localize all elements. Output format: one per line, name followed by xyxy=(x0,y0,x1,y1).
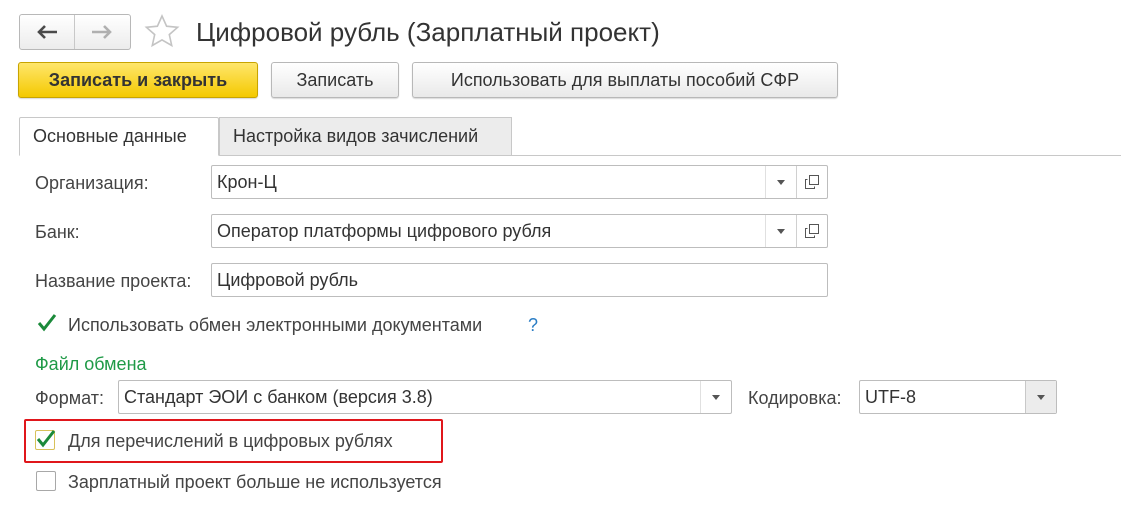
format-select[interactable]: Стандарт ЭОИ с банком (версия 3.8) xyxy=(118,380,732,414)
back-arrow-icon xyxy=(37,25,57,39)
project-name-label: Название проекта: xyxy=(35,271,192,291)
use-for-benefits-button[interactable]: Использовать для выплаты пособий СФР xyxy=(412,62,838,98)
tab-label: Основные данные xyxy=(33,126,187,146)
digital-ruble-transfers-checkbox[interactable] xyxy=(35,430,56,450)
project-name-value: Цифровой рубль xyxy=(217,269,359,290)
help-icon[interactable]: ? xyxy=(528,315,538,336)
dropdown-icon xyxy=(777,179,785,185)
tab-accrual-settings[interactable]: Настройка видов зачислений xyxy=(219,117,512,155)
format-dropdown-button[interactable] xyxy=(700,381,731,413)
tab-label: Настройка видов зачислений xyxy=(233,126,479,146)
organization-value: Крон-Ц xyxy=(217,171,277,192)
format-label: Формат: xyxy=(35,388,104,408)
encoding-label: Кодировка: xyxy=(748,388,842,408)
dropdown-icon xyxy=(777,228,785,234)
checkmark-icon xyxy=(37,314,57,332)
checkmark-icon xyxy=(36,430,56,448)
dropdown-icon xyxy=(1037,394,1045,400)
project-not-used-checkbox[interactable] xyxy=(36,471,56,491)
open-icon xyxy=(805,224,819,238)
format-value: Стандарт ЭОИ с банком (версия 3.8) xyxy=(124,386,433,407)
organization-field[interactable]: Крон-Ц xyxy=(211,165,828,199)
organization-open-button[interactable] xyxy=(796,166,827,198)
use-edo-label: Использовать обмен электронными документ… xyxy=(68,315,483,335)
organization-label: Организация: xyxy=(35,173,149,193)
save-and-close-button[interactable]: Записать и закрыть xyxy=(18,62,258,98)
project-not-used-label: Зарплатный проект больше не используется xyxy=(68,472,442,492)
forward-arrow-icon xyxy=(92,25,112,39)
organization-dropdown-button[interactable] xyxy=(765,166,796,198)
bank-value: Оператор платформы цифрового рубля xyxy=(217,220,552,241)
exchange-file-section-title: Файл обмена xyxy=(35,354,147,374)
encoding-dropdown-button[interactable] xyxy=(1025,381,1056,413)
project-name-input[interactable]: Цифровой рубль xyxy=(211,263,828,297)
favorite-star-icon[interactable] xyxy=(144,14,180,48)
encoding-value: UTF-8 xyxy=(865,386,916,407)
encoding-select[interactable]: UTF-8 xyxy=(859,380,1057,414)
tab-main-data[interactable]: Основные данные xyxy=(19,117,219,156)
dropdown-icon xyxy=(712,394,720,400)
save-button[interactable]: Записать xyxy=(271,62,399,98)
open-icon xyxy=(805,175,819,189)
bank-dropdown-button[interactable] xyxy=(765,215,796,247)
bank-label: Банк: xyxy=(35,222,80,242)
bank-open-button[interactable] xyxy=(796,215,827,247)
digital-ruble-transfers-label: Для перечислений в цифровых рублях xyxy=(68,431,393,451)
use-edo-checkbox[interactable] xyxy=(36,314,57,334)
back-button[interactable] xyxy=(20,15,74,49)
page-title: Цифровой рубль (Зарплатный проект) xyxy=(196,17,660,47)
nav-buttons xyxy=(19,14,131,50)
forward-button[interactable] xyxy=(74,15,129,49)
bank-field[interactable]: Оператор платформы цифрового рубля xyxy=(211,214,828,248)
